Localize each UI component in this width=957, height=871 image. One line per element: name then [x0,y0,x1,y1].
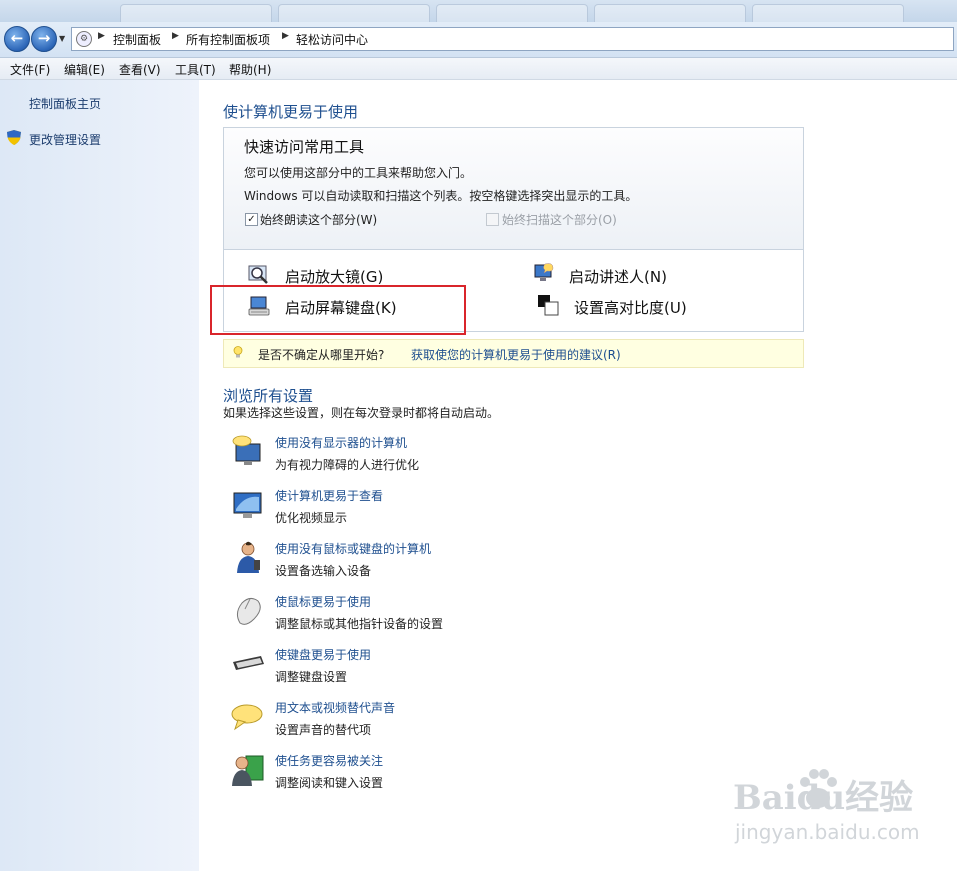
browse-settings-subtitle: 如果选择这些设置，则在每次登录时都将自动启动。 [223,406,500,420]
settings-item-link[interactable]: 使键盘更易于使用 [275,646,371,663]
settings-item-link[interactable]: 使任务更容易被关注 [275,752,383,769]
high-contrast-icon [538,295,559,316]
breadcrumb-separator-icon[interactable]: ▶ [172,31,179,41]
settings-item-description: 调整鼠标或其他指针设备的设置 [275,617,444,631]
set-high-contrast-link[interactable]: 设置高对比度(U) [574,297,687,318]
settings-item-link[interactable]: 使计算机更易于查看 [275,487,383,504]
get-recommendations-link[interactable]: 获取使您的计算机更易于使用的建议(R) [411,346,621,363]
focus-person-icon [232,755,264,786]
tip-bar: 是否不确定从哪里开始? 获取使您的计算机更易于使用的建议(R) [223,339,804,368]
main-content: 使计算机更易于使用 快速访问常用工具 您可以使用这部分中的工具来帮助您入门。 W… [200,80,957,871]
settings-item-link[interactable]: 使鼠标更易于使用 [275,593,371,610]
left-task-pane: 控制面板主页 更改管理设置 [0,80,199,871]
menu-file[interactable]: 文件(F) [10,61,50,78]
settings-item-description: 设置声音的替代项 [275,723,372,737]
menu-tools[interactable]: 工具(T) [175,61,216,78]
start-narrator-link[interactable]: 启动讲述人(N) [569,266,667,287]
breadcrumb-ease-of-access[interactable]: 轻松访问中心 [296,31,368,48]
tip-question: 是否不确定从哪里开始? [258,348,385,362]
always-scan-checkbox[interactable] [486,213,499,226]
quick-access-header: 快速访问常用工具 您可以使用这部分中的工具来帮助您入门。 Windows 可以自… [224,128,803,250]
breadcrumb-control-panel[interactable]: 控制面板 [113,31,161,48]
background-tab[interactable] [752,4,904,23]
breadcrumb-separator-icon[interactable]: ▶ [282,31,289,41]
settings-item-mouse[interactable]: 使鼠标更易于使用 调整鼠标或其他指针设备的设置 [230,593,790,637]
background-tab[interactable] [594,4,746,23]
settings-item-description: 优化视频显示 [275,511,348,525]
uac-shield-icon [7,130,21,145]
menu-view[interactable]: 查看(V) [119,61,161,78]
address-bar[interactable]: ⚙ ▶ 控制面板 ▶ 所有控制面板项 ▶ 轻松访问中心 [71,27,954,51]
breadcrumb-separator-icon[interactable]: ▶ [98,31,105,41]
settings-item-link[interactable]: 用文本或视频替代声音 [275,699,395,716]
change-admin-settings-link[interactable]: 更改管理设置 [29,131,101,148]
lightbulb-icon [233,346,243,358]
narrator-icon [534,263,554,281]
always-read-label[interactable]: 始终朗读这个部分(W) [260,211,377,228]
menu-help[interactable]: 帮助(H) [229,61,271,78]
recent-pages-dropdown-icon[interactable]: ▼ [59,34,65,43]
magnifier-icon [248,265,268,284]
always-scan-label[interactable]: 始终扫描这个部分(O) [502,211,617,228]
monitor-speech-icon [232,435,261,465]
settings-item-description: 调整阅读和键入设置 [275,776,384,790]
menu-bar: 文件(F) 编辑(E) 查看(V) 工具(T) 帮助(H) [0,58,957,80]
background-tab[interactable] [436,4,588,23]
control-panel-icon: ⚙ [76,31,92,47]
keyboard-icon [233,656,264,670]
settings-item-keyboard[interactable]: 使键盘更易于使用 调整键盘设置 [230,646,790,690]
speech-bubble-icon [231,704,263,731]
settings-item-description: 调整键盘设置 [275,670,348,684]
settings-item-description: 设置备选输入设备 [275,564,372,578]
display-icon [233,492,262,518]
settings-item-description: 为有视力障碍的人进行优化 [275,458,420,472]
always-read-checkbox[interactable]: ✓ [245,213,258,226]
settings-item-easier-to-see[interactable]: 使计算机更易于查看 优化视频显示 [230,487,790,531]
page-heading: 使计算机更易于使用 [223,103,359,121]
browser-tab-strip [0,0,957,23]
person-icon [237,541,260,573]
quick-access-intro: 您可以使用这部分中的工具来帮助您入门。 [244,166,473,180]
watermark-url: jingyan.baidu.com [735,820,920,844]
control-panel-home-link[interactable]: 控制面板主页 [29,95,101,112]
browse-settings-heading: 浏览所有设置 [223,387,314,405]
settings-item-link[interactable]: 使用没有鼠标或键盘的计算机 [275,540,431,557]
baidu-jingyan-watermark: Baidu经验 jingyan.baidu.com [733,769,933,855]
background-tab[interactable] [278,4,430,23]
settings-item-no-mouse-keyboard[interactable]: 使用没有鼠标或键盘的计算机 设置备选输入设备 [230,540,790,584]
settings-item-focus-tasks[interactable]: 使任务更容易被关注 调整阅读和键入设置 [230,752,790,796]
menu-edit[interactable]: 编辑(E) [64,61,105,78]
forward-button[interactable]: → [31,26,57,52]
back-button[interactable]: ← [4,26,30,52]
annotation-highlight-box [210,285,466,335]
settings-item-link[interactable]: 使用没有显示器的计算机 [275,434,407,451]
mouse-icon [236,597,261,625]
settings-item-no-display[interactable]: 使用没有显示器的计算机 为有视力障碍的人进行优化 [230,434,790,478]
navigation-bar: ← → ▼ ⚙ ▶ 控制面板 ▶ 所有控制面板项 ▶ 轻松访问中心 [0,22,957,58]
breadcrumb-all-items[interactable]: 所有控制面板项 [186,31,270,48]
settings-item-sound-alternatives[interactable]: 用文本或视频替代声音 设置声音的替代项 [230,699,790,743]
quick-access-instructions: Windows 可以自动读取和扫描这个列表。按空格键选择突出显示的工具。 [244,189,638,203]
start-magnifier-link[interactable]: 启动放大镜(G) [285,266,383,287]
quick-access-title: 快速访问常用工具 [244,138,365,156]
watermark-brand: Baidu经验 [733,778,914,818]
background-tab[interactable] [120,4,272,23]
